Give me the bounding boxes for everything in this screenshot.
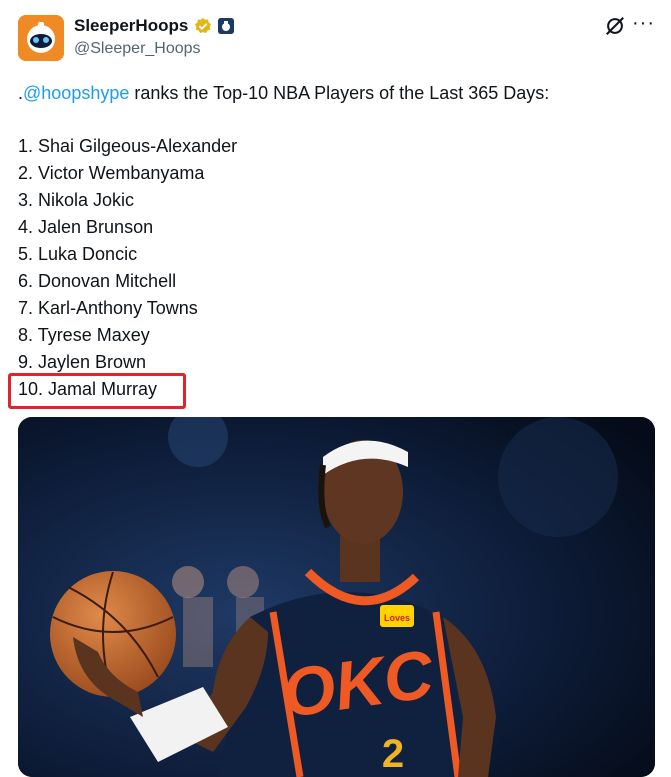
avatar-logo-icon (18, 15, 64, 61)
tweet-intro-text: ranks the Top-10 NBA Players of the Last… (129, 83, 550, 103)
tweet-text: .@hoopshype ranks the Top-10 NBA Players… (18, 80, 549, 107)
avatar[interactable] (18, 15, 64, 61)
player-photo: Loves OKC 2 (18, 417, 655, 777)
author-name-row: SleeperHoops (74, 16, 235, 36)
tweet-image[interactable]: Loves OKC 2 (18, 417, 655, 777)
ranking-item: 3. Nikola Jokic (18, 190, 135, 210)
ranking-item: 9. Jaylen Brown (18, 352, 147, 372)
ranking-item: 2. Victor Wembanyama (18, 163, 205, 183)
ranking-list: 1. Shai Gilgeous-Alexander 2. Victor Wem… (18, 133, 237, 403)
mention-link[interactable]: @hoopshype (23, 83, 129, 103)
grok-icon[interactable] (604, 15, 626, 37)
ranking-item: 6. Donovan Mitchell (18, 271, 177, 291)
ranking-item: 1. Shai Gilgeous-Alexander (18, 136, 238, 156)
ranking-item: 5. Luka Doncic (18, 244, 138, 264)
author-handle[interactable]: @Sleeper_Hoops (74, 40, 201, 58)
affiliate-badge-icon[interactable] (218, 18, 235, 34)
highlight-box (8, 373, 186, 409)
ranking-item: 4. Jalen Brunson (18, 217, 154, 237)
author-display-name[interactable]: SleeperHoops (74, 16, 188, 36)
ranking-item: 8. Tyrese Maxey (18, 325, 150, 345)
jersey-number-text: 2 (382, 732, 404, 776)
verified-badge-icon[interactable] (194, 17, 212, 35)
more-options-icon[interactable]: ··· (632, 12, 655, 35)
jersey-patch-text: Loves (384, 613, 410, 623)
ranking-item: 7. Karl-Anthony Towns (18, 298, 198, 318)
